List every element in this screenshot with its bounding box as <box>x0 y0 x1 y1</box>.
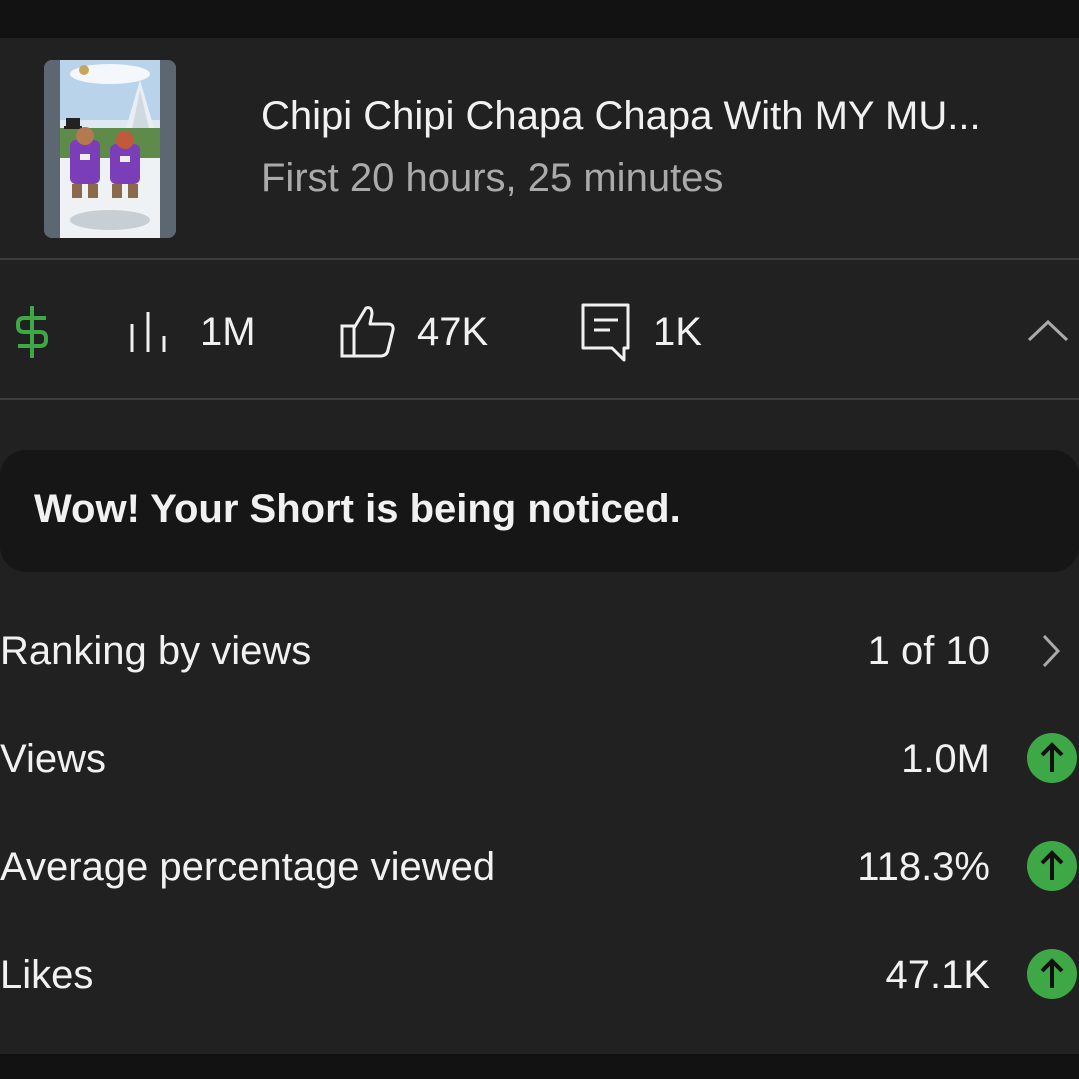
chevron-right-icon[interactable] <box>1040 634 1062 673</box>
metric-value: 118.3% <box>857 845 990 889</box>
metric-row-views: Views 1.0M <box>0 723 1079 793</box>
metric-row-avg-percentage: Average percentage viewed 118.3% <box>0 831 1079 901</box>
arrow-up-icon <box>1027 841 1077 891</box>
dollar-icon[interactable] <box>14 304 50 365</box>
analytics-panel: Chipi Chipi Chapa Chapa With MY MU... Fi… <box>0 38 1079 1054</box>
video-thumbnail[interactable] <box>44 60 176 238</box>
video-header[interactable]: Chipi Chipi Chapa Chapa With MY MU... Fi… <box>0 38 1079 258</box>
metric-row-likes: Likes 47.1K <box>0 939 1079 1009</box>
metric-label: Views <box>0 737 106 781</box>
video-title[interactable]: Chipi Chipi Chapa Chapa With MY MU... <box>261 94 981 139</box>
metric-row-ranking[interactable]: Ranking by views 1 of 10 <box>0 615 1079 685</box>
metric-value: 47.1K <box>885 953 990 997</box>
arrow-up-icon <box>1027 949 1077 999</box>
metric-value: 1.0M <box>901 737 990 781</box>
notice-text: Wow! Your Short is being noticed. <box>34 487 681 531</box>
top-bar <box>0 0 1079 38</box>
comments-count: 1K <box>653 310 702 354</box>
bar-chart-icon <box>128 310 174 359</box>
chevron-up-icon[interactable] <box>1027 318 1069 349</box>
metric-value: 1 of 10 <box>867 629 990 673</box>
metric-label: Ranking by views <box>0 629 312 673</box>
video-time-range: First 20 hours, 25 minutes <box>261 156 724 200</box>
likes-count: 47K <box>417 310 489 354</box>
comment-icon <box>580 302 632 367</box>
divider <box>0 398 1079 400</box>
notice-banner: Wow! Your Short is being noticed. <box>0 450 1079 572</box>
bottom-bar <box>0 1054 1079 1079</box>
stats-row[interactable]: 1M 47K 1K <box>0 260 1079 398</box>
thumbs-up-icon <box>340 304 396 363</box>
screen: Chipi Chipi Chapa Chapa With MY MU... Fi… <box>0 0 1079 1079</box>
arrow-up-icon <box>1027 733 1077 783</box>
metric-label: Average percentage viewed <box>0 845 496 889</box>
views-count: 1M <box>200 310 256 354</box>
metric-label: Likes <box>0 953 94 997</box>
